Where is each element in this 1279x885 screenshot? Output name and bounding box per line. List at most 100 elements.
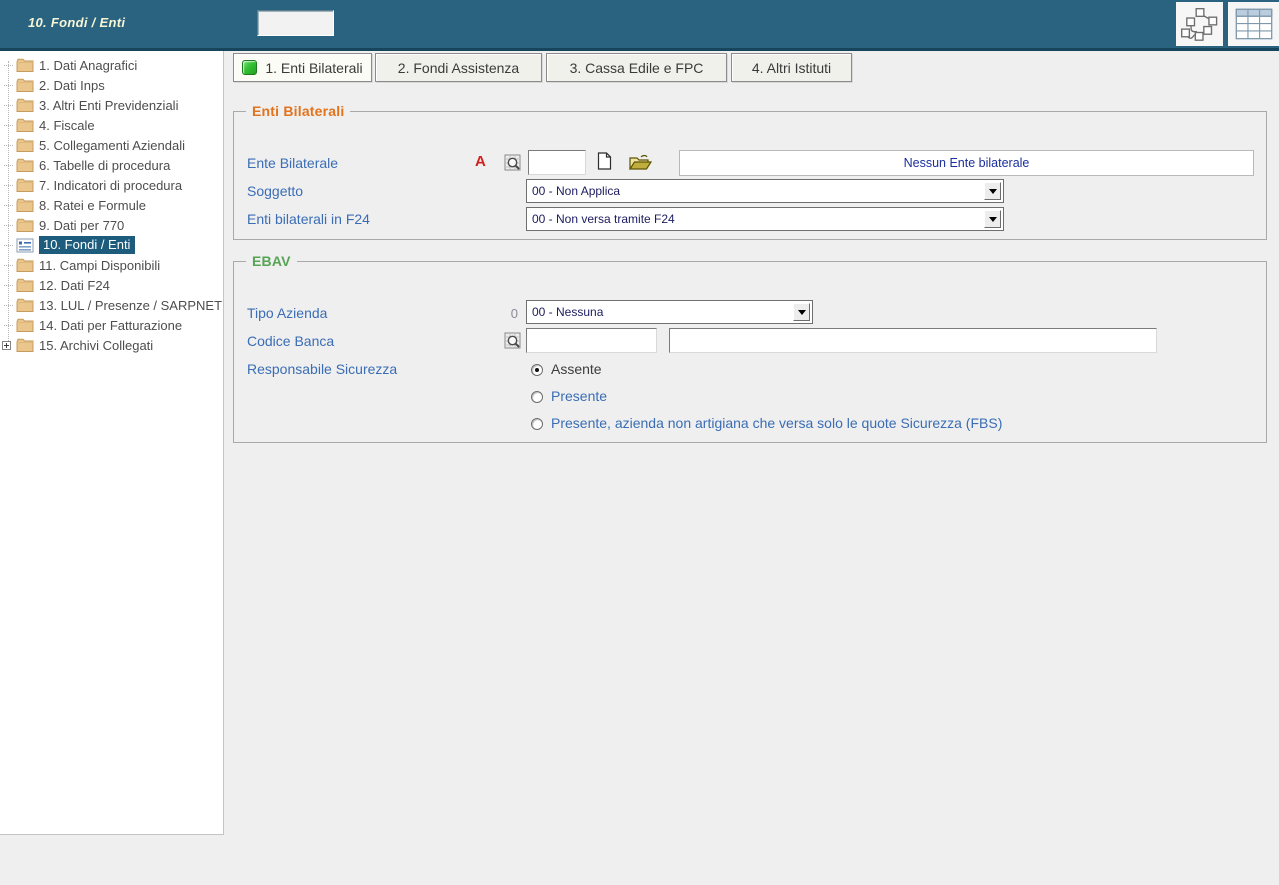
app-header: 10. Fondi / Enti — [0, 0, 1279, 48]
folder-icon — [16, 338, 34, 353]
mandatory-flag: A — [475, 153, 486, 170]
sidebar-item-dati-inps[interactable]: 2. Dati Inps — [0, 75, 105, 95]
folder-icon — [16, 58, 34, 73]
ente-bilaterale-label: Ente Bilaterale — [247, 155, 338, 171]
table-grid-icon — [1232, 5, 1276, 43]
sidebar-item-label: 2. Dati Inps — [39, 78, 105, 93]
codice-banca-code-input[interactable] — [526, 328, 657, 353]
sidebar-item-label: 12. Dati F24 — [39, 278, 110, 293]
enti-f24-selected-value: 00 - Non versa tramite F24 — [532, 212, 675, 226]
tab-label: 1. Enti Bilaterali — [265, 60, 362, 76]
new-doc-icon — [597, 152, 612, 170]
chevron-down-icon[interactable] — [984, 210, 1001, 228]
folder-icon — [16, 158, 34, 173]
folder-icon — [16, 278, 34, 293]
sidebar-item-collegamenti-aziendali[interactable]: 5. Collegamenti Aziendali — [0, 135, 185, 155]
list-form-icon — [16, 238, 34, 253]
sidebar-item-dati-per-770[interactable]: 9. Dati per 770 — [0, 215, 124, 235]
sidebar-item-dati-per-fatturazione[interactable]: 14. Dati per Fatturazione — [0, 315, 182, 335]
active-tab-green-icon — [242, 60, 257, 75]
sidebar-item-indicatori-di-procedura[interactable]: 7. Indicatori di procedura — [0, 175, 182, 195]
sidebar-item-dati-anagrafici[interactable]: 1. Dati Anagrafici — [0, 55, 137, 75]
sidebar-item-label-selected: 10. Fondi / Enti — [39, 236, 135, 254]
ente-bilaterale-code-input[interactable] — [528, 150, 586, 175]
radio-assente-label[interactable]: Assente — [551, 361, 602, 377]
folder-icon — [16, 98, 34, 113]
soggetto-selected-value: 00 - Non Applica — [532, 184, 620, 198]
enti-bilaterali-f24-label: Enti bilaterali in F24 — [247, 211, 370, 227]
group-title: EBAV — [246, 253, 297, 269]
ente-bilaterale-open-button[interactable] — [629, 154, 652, 171]
radio-assente[interactable] — [531, 364, 543, 376]
tab-altri-istituti[interactable]: 4. Altri Istituti — [731, 53, 852, 82]
ente-bilaterale-search-button[interactable] — [504, 154, 522, 172]
ente-bilaterale-new-button[interactable] — [597, 152, 612, 170]
sidebar-item-campi-disponibili[interactable]: 11. Campi Disponibili — [0, 255, 160, 275]
open-folder-icon — [629, 154, 652, 171]
group-enti-bilaterali: Enti Bilaterali Ente Bilaterale A Nessun… — [233, 103, 1267, 240]
soggetto-label: Soggetto — [247, 183, 303, 199]
group-title: Enti Bilaterali — [246, 103, 350, 119]
sidebar-item-label: 9. Dati per 770 — [39, 218, 124, 233]
sidebar-item-label: 14. Dati per Fatturazione — [39, 318, 182, 333]
sidebar-item-label: 1. Dati Anagrafici — [39, 58, 137, 73]
tab-label: 3. Cassa Edile e FPC — [570, 60, 704, 76]
ente-bilaterale-name-field: Nessun Ente bilaterale — [679, 150, 1254, 176]
sidebar-item-tabelle-di-procedura[interactable]: 6. Tabelle di procedura — [0, 155, 170, 175]
sidebar-item-ratei-e-formule[interactable]: 8. Ratei e Formule — [0, 195, 146, 215]
tipo-azienda-selected-value: 00 - Nessuna — [532, 305, 603, 319]
tipo-azienda-select[interactable]: 00 - Nessuna — [526, 300, 813, 324]
folder-icon — [16, 118, 34, 133]
expand-plus-icon[interactable] — [2, 341, 11, 350]
tab-fondi-assistenza[interactable]: 2. Fondi Assistenza — [375, 53, 542, 82]
chevron-down-icon[interactable] — [984, 182, 1001, 200]
folder-icon — [16, 218, 34, 233]
folder-icon — [16, 198, 34, 213]
sidebar-item-label: 13. LUL / Presenze / SARPNET — [39, 298, 222, 313]
flowchart-icon — [1180, 5, 1220, 43]
sidebar-item-label: 11. Campi Disponibili — [39, 258, 160, 273]
search-icon — [504, 154, 522, 172]
soggetto-select[interactable]: 00 - Non Applica — [526, 179, 1004, 203]
folder-icon — [16, 258, 34, 273]
codice-banca-search-button[interactable] — [504, 332, 522, 350]
sidebar-item-fiscale[interactable]: 4. Fiscale — [0, 115, 95, 135]
folder-icon — [16, 138, 34, 153]
radio-presente-fbs-label[interactable]: Presente, azienda non artigiana che vers… — [551, 415, 1002, 431]
codice-banca-desc-input[interactable] — [669, 328, 1157, 353]
enti-bilaterali-f24-select[interactable]: 00 - Non versa tramite F24 — [526, 207, 1004, 231]
codice-banca-label: Codice Banca — [247, 333, 334, 349]
folder-icon — [16, 178, 34, 193]
sidebar-item-archivi-collegati[interactable]: 15. Archivi Collegati — [0, 335, 153, 355]
radio-presente-label[interactable]: Presente — [551, 388, 607, 404]
responsabile-sicurezza-label: Responsabile Sicurezza — [247, 361, 397, 377]
sidebar-item-label: 15. Archivi Collegati — [39, 338, 153, 353]
tab-enti-bilaterali[interactable]: 1. Enti Bilaterali — [233, 53, 372, 82]
sidebar-item-label: 6. Tabelle di procedura — [39, 158, 170, 173]
sidebar-item-lul-presenze-sarpnet[interactable]: 13. LUL / Presenze / SARPNET — [0, 295, 222, 315]
tipo-azienda-label: Tipo Azienda — [247, 305, 327, 321]
sidebar-item-label: 4. Fiscale — [39, 118, 95, 133]
navigation-tree: 1. Dati Anagrafici 2. Dati Inps 3. Altri… — [0, 51, 224, 835]
page-title: 10. Fondi / Enti — [28, 15, 125, 30]
tab-label: 2. Fondi Assistenza — [398, 60, 519, 76]
tipo-azienda-code: 0 — [504, 306, 518, 321]
search-icon — [504, 332, 522, 350]
table-view-button[interactable] — [1228, 2, 1279, 46]
sidebar-item-fondi-enti[interactable]: 10. Fondi / Enti — [0, 235, 135, 255]
sidebar-item-altri-enti-previdenziali[interactable]: 3. Altri Enti Previdenziali — [0, 95, 178, 115]
tab-cassa-edile-e-fpc[interactable]: 3. Cassa Edile e FPC — [546, 53, 727, 82]
radio-presente-fbs[interactable] — [531, 418, 543, 430]
sidebar-item-label: 5. Collegamenti Aziendali — [39, 138, 185, 153]
group-ebav: EBAV Tipo Azienda 0 00 - Nessuna Codice … — [233, 253, 1267, 443]
chevron-down-icon[interactable] — [793, 303, 810, 321]
sidebar-item-dati-f24[interactable]: 12. Dati F24 — [0, 275, 110, 295]
sidebar-item-label: 3. Altri Enti Previdenziali — [39, 98, 178, 113]
folder-icon — [16, 78, 34, 93]
radio-presente[interactable] — [531, 391, 543, 403]
header-quick-input[interactable] — [257, 10, 334, 36]
sidebar-item-label: 7. Indicatori di procedura — [39, 178, 182, 193]
folder-icon — [16, 298, 34, 313]
flowchart-button[interactable] — [1176, 2, 1223, 46]
folder-icon — [16, 318, 34, 333]
